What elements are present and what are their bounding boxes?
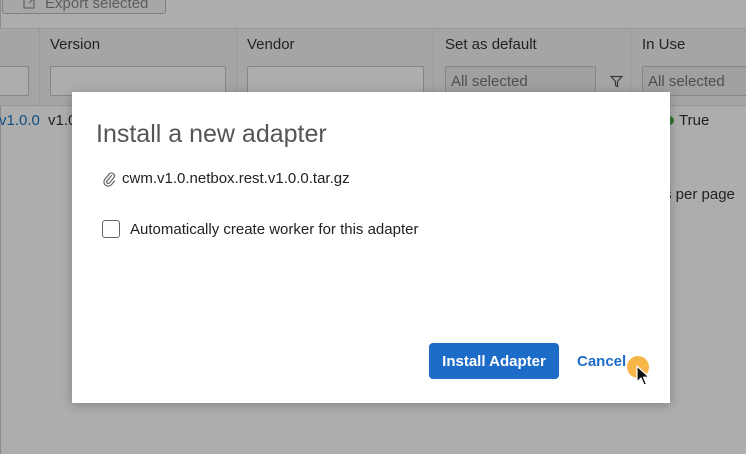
mouse-pointer-icon — [636, 365, 650, 387]
selected-file: cwm.v1.0.netbox.rest.v1.0.0.tar.gz — [102, 170, 350, 187]
dialog-title: Install a new adapter — [96, 120, 327, 148]
cancel-button[interactable]: Cancel — [577, 350, 626, 372]
file-name: cwm.v1.0.netbox.rest.v1.0.0.tar.gz — [122, 170, 350, 187]
install-adapter-button[interactable]: Install Adapter — [429, 343, 559, 379]
install-adapter-dialog: Install a new adapter cwm.v1.0.netbox.re… — [72, 92, 670, 403]
auto-create-worker-label[interactable]: Automatically create worker for this ada… — [130, 221, 418, 238]
auto-create-worker-option[interactable]: Automatically create worker for this ada… — [102, 220, 418, 238]
auto-create-worker-checkbox[interactable] — [102, 220, 120, 238]
paperclip-icon — [102, 171, 116, 187]
